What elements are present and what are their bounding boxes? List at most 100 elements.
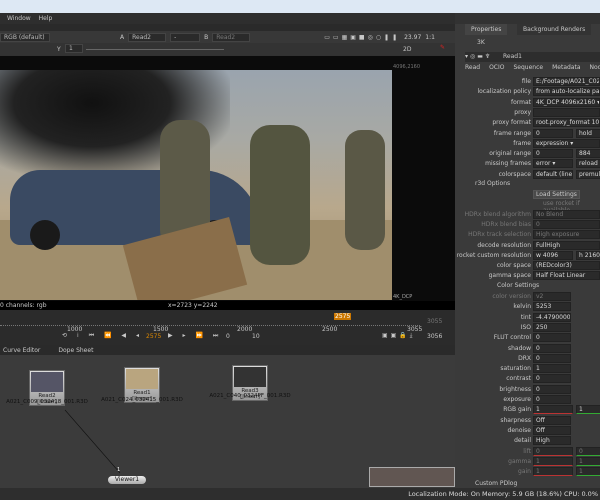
node-viewer1[interactable]: Viewer1 xyxy=(108,476,146,484)
property-field[interactable]: from auto-localize path xyxy=(533,87,600,97)
input-a-dropdown[interactable]: Read2 xyxy=(128,32,167,42)
property-field[interactable]: 0 xyxy=(533,149,573,159)
property-field[interactable]: -4.4790000 xyxy=(533,312,571,322)
property-field[interactable]: Off xyxy=(533,415,571,425)
property-field[interactable]: 1 xyxy=(533,364,571,374)
property-row: shadow 0 xyxy=(455,343,600,354)
property-field[interactable]: 1 xyxy=(533,467,573,477)
property-field-2[interactable]: 0 xyxy=(576,446,600,456)
property-field[interactable]: 250 xyxy=(533,322,571,332)
panel-tabs: Curve Editor Dope Sheet xyxy=(0,345,455,355)
property-field[interactable]: 1 xyxy=(533,405,573,415)
property-row: denoise Off xyxy=(455,425,600,436)
node-name-field[interactable]: Read1 xyxy=(503,53,522,60)
property-field-2[interactable]: reload xyxy=(576,159,600,169)
timeline-ruler[interactable] xyxy=(0,325,420,327)
navigator-minimap[interactable] xyxy=(369,467,455,487)
subtab-node[interactable]: Node xyxy=(590,64,600,74)
property-label: HDRx blend bias xyxy=(481,220,531,228)
viewer-tab-strip xyxy=(0,24,455,31)
property-row: FLUT control 0 xyxy=(455,333,600,343)
property-label: format xyxy=(510,98,531,106)
property-label: file xyxy=(521,78,531,85)
load-settings-button[interactable]: Load Settings xyxy=(533,190,580,200)
property-field[interactable]: (REDcolor3) xyxy=(533,261,600,271)
fps-field[interactable]: 23.97 xyxy=(404,34,421,41)
view-mode-dropdown[interactable]: 2D xyxy=(403,46,411,53)
property-field[interactable]: 0 xyxy=(533,128,573,138)
property-field-2[interactable]: 1 xyxy=(576,456,600,466)
property-field[interactable] xyxy=(533,107,600,117)
subtab-metadata[interactable]: Metadata xyxy=(552,64,580,74)
property-field-2[interactable]: 884 xyxy=(576,149,600,159)
property-field[interactable]: error ▾ xyxy=(533,159,573,169)
property-field[interactable]: expression ▾ xyxy=(533,138,600,148)
tab-curve-editor[interactable]: Curve Editor xyxy=(3,347,40,354)
subtab-sequence[interactable]: Sequence xyxy=(513,64,543,74)
property-label: color space xyxy=(496,262,531,270)
property-field[interactable]: 4K_DCP 4096x2160 ▾ xyxy=(533,97,600,107)
menu-help[interactable]: Help xyxy=(39,15,53,22)
property-field-2[interactable]: hold xyxy=(576,128,600,138)
subtab-ocio[interactable]: OCIO xyxy=(489,64,504,74)
gamma-field[interactable]: 1 xyxy=(65,44,83,53)
viewer-tool-icons[interactable]: ▭▭▦▣■◎○❚❚ xyxy=(324,34,400,41)
property-field[interactable]: 5253 xyxy=(533,302,571,312)
max-panels-field[interactable]: 3K xyxy=(477,39,485,46)
property-row: ISO 250 xyxy=(455,322,600,333)
property-label: exposure xyxy=(503,396,531,403)
channels-dropdown[interactable]: RGB (default) xyxy=(0,32,50,42)
transport-buttons-right[interactable]: ▶ ▸ ⏩ ⏭ xyxy=(168,332,222,340)
property-field[interactable]: High xyxy=(533,436,571,446)
property-field[interactable]: 0 xyxy=(533,219,600,229)
property-field[interactable]: 0 xyxy=(533,353,571,363)
property-field[interactable]: Half Float Linear xyxy=(533,271,600,281)
property-field[interactable]: 0 xyxy=(533,333,571,343)
property-field[interactable]: 0 xyxy=(533,446,573,456)
property-field[interactable]: default (linear) ▾ xyxy=(533,169,573,179)
paint-icon[interactable]: ✎ xyxy=(440,44,445,51)
zoom-dropdown[interactable]: 1:1 xyxy=(425,34,435,41)
property-field-2[interactable]: 1 xyxy=(576,467,600,477)
frame-increment-field[interactable]: 10 xyxy=(252,333,260,340)
property-field-2[interactable]: 1 xyxy=(576,405,600,415)
tick-label: 2000 xyxy=(237,326,253,333)
tab-properties[interactable]: Properties xyxy=(465,24,508,35)
property-field[interactable]: root.proxy_format 1024x xyxy=(533,118,600,128)
timeline[interactable]: 1000 1500 2000 2500 3055 2575 3055 3056 … xyxy=(0,310,455,345)
property-field[interactable]: w 4096 xyxy=(533,250,573,260)
property-label: denoise xyxy=(507,426,531,434)
property-row: gamma 1 1 xyxy=(455,456,600,467)
property-field[interactable]: 0 xyxy=(533,374,571,384)
property-field[interactable]: v2 xyxy=(533,292,571,301)
transport-buttons-left[interactable]: ⟲ ⁞ ⏮ ⏪ ◀ ◂ xyxy=(62,332,143,340)
tab-dope-sheet[interactable]: Dope Sheet xyxy=(58,347,93,354)
property-field[interactable]: E:/Footage/A021_C024_032415_001.R3D xyxy=(533,77,600,86)
property-row: kelvin 5253 xyxy=(455,302,600,312)
menu-window[interactable]: Window xyxy=(7,15,31,22)
input-b-dropdown[interactable]: Read2 xyxy=(212,32,251,42)
input-a-label: A xyxy=(120,33,125,41)
property-field[interactable]: 0 xyxy=(533,384,571,394)
property-field[interactable]: FullHigh xyxy=(533,240,600,250)
gamma-slider[interactable] xyxy=(86,49,224,50)
last-frame-field[interactable]: 3056 xyxy=(427,333,442,340)
end-frame-field[interactable]: 3055 xyxy=(427,318,442,325)
node-graph[interactable]: Read2 [linear] A021_C009_032418_001.R3D R… xyxy=(0,355,455,488)
property-field[interactable]: Off xyxy=(533,425,571,435)
playhead[interactable]: 2575 xyxy=(334,313,352,320)
property-field[interactable]: No Blend xyxy=(533,209,600,219)
property-field[interactable]: 1 xyxy=(533,456,573,466)
timeline-tool-icons[interactable]: ▣▣🔒⤓ xyxy=(382,332,415,340)
property-field-2[interactable]: premultiplied xyxy=(576,169,600,179)
property-field[interactable]: 0 xyxy=(533,343,571,353)
current-frame-field[interactable]: 2575 xyxy=(146,333,161,340)
property-field[interactable]: High exposure xyxy=(533,230,600,240)
in-frame-field[interactable]: 0 xyxy=(226,333,230,340)
property-field[interactable]: 0 xyxy=(533,395,571,404)
property-field-2[interactable]: h 2160 xyxy=(576,250,600,260)
compare-dropdown[interactable]: - xyxy=(170,32,201,42)
node-header-icons[interactable]: ▾◎▬♆ xyxy=(465,53,492,60)
tab-background-renders[interactable]: Background Renders xyxy=(517,24,592,35)
subtab-read[interactable]: Read xyxy=(465,64,480,74)
